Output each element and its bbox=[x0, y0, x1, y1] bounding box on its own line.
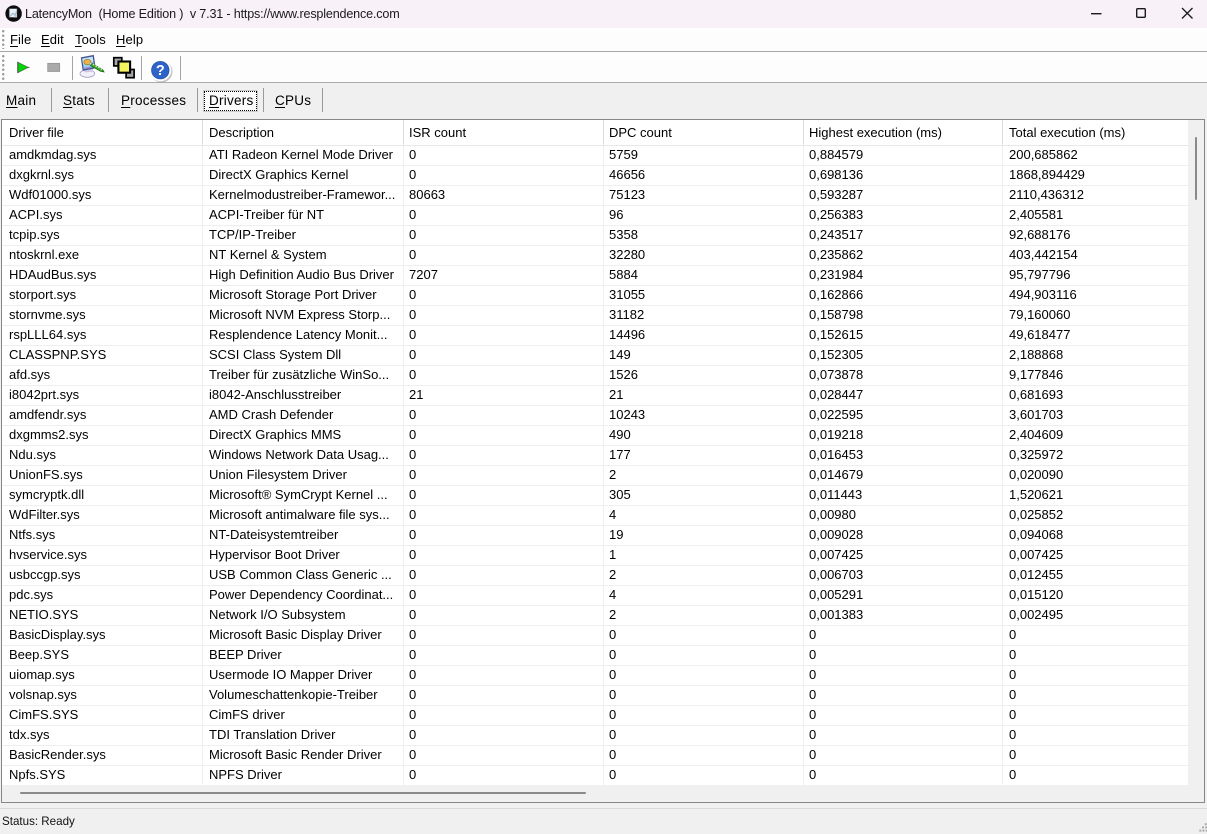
svg-text:?: ? bbox=[156, 63, 165, 79]
